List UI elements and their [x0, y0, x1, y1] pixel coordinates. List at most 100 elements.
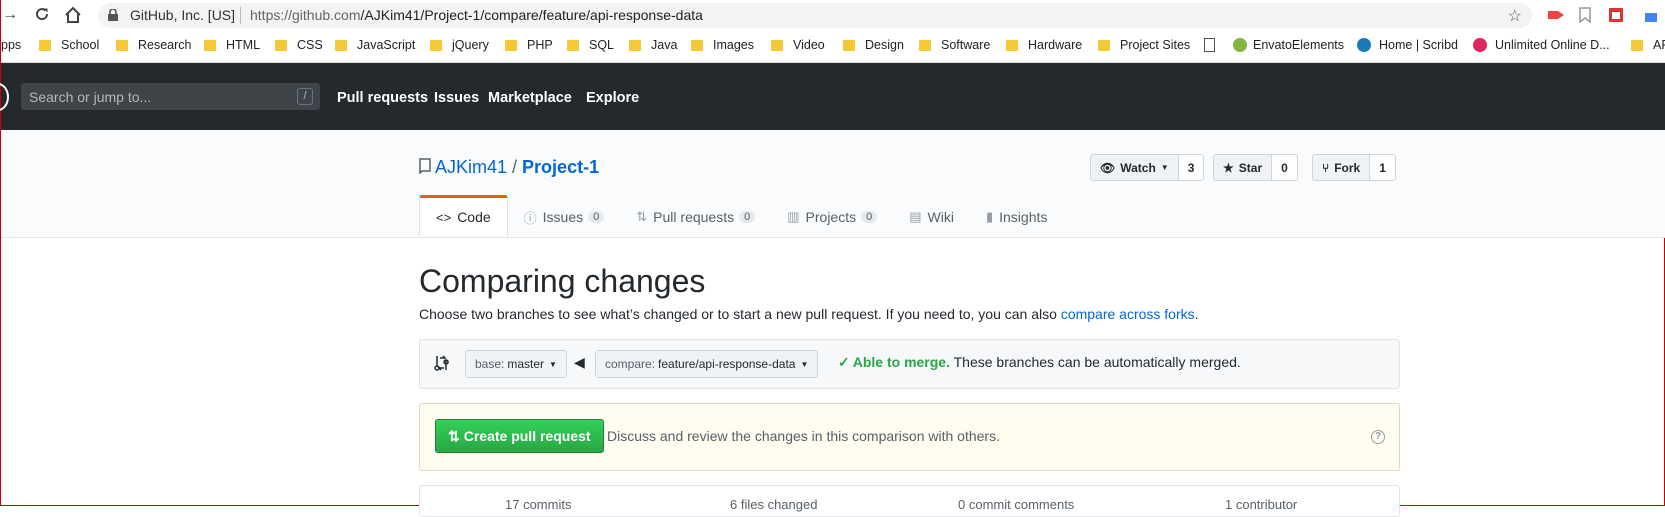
star-count[interactable]: 0 — [1272, 154, 1298, 181]
watch-count[interactable]: 3 — [1178, 154, 1205, 181]
bookmark-extension-icon[interactable] — [1578, 7, 1594, 24]
compare-across-forks-link[interactable]: compare across forks — [1061, 306, 1195, 322]
repo-owner-link[interactable]: AJKim41 — [435, 157, 507, 177]
calendar-extension-icon[interactable] — [1608, 7, 1624, 23]
bookmark-sql[interactable]: SQL — [567, 38, 614, 52]
search-placeholder: Search or jump to... — [29, 89, 152, 105]
bookmark-label: Video — [793, 38, 825, 52]
bookmark-ap[interactable]: AP — [1631, 38, 1665, 52]
bookmark-design[interactable]: Design — [843, 38, 904, 52]
bookmark-scribd[interactable]: Home | Scribd — [1357, 38, 1458, 52]
browser-toolbar: → GitHub, Inc. [US] https://github.com/A… — [1, 0, 1665, 30]
nav-explore[interactable]: Explore — [586, 90, 639, 106]
book-icon: ▤ — [909, 209, 922, 224]
caret-down-icon: ▼ — [549, 359, 557, 369]
git-pull-request-icon: ⇅ — [636, 209, 648, 224]
extension-icon[interactable] — [1547, 7, 1564, 23]
github-header: Search or jump to... / Pull requests Iss… — [0, 63, 1665, 130]
star-label: Star — [1238, 160, 1263, 175]
fork-icon: ⑂ — [1322, 160, 1330, 175]
tab-label: Wiki — [927, 209, 954, 225]
files-changed-count[interactable]: 6 files changed — [730, 497, 817, 512]
tab-pull-requests[interactable]: ⇅ Pull requests 0 — [620, 198, 771, 236]
scribd-icon — [1357, 38, 1371, 52]
bookmark-jquery[interactable]: jQuery — [430, 38, 489, 52]
bookmark-label: jQuery — [452, 38, 489, 52]
bookmark-video[interactable]: Video — [771, 38, 825, 52]
folder-icon — [335, 39, 347, 51]
merge-status: ✓ Able to merge. These branches can be au… — [838, 354, 1241, 371]
bookmark-javascript[interactable]: JavaScript — [335, 38, 415, 52]
arrow-left-icon: ◀ — [574, 354, 585, 370]
git-pull-request-icon: ⇅ — [448, 427, 460, 444]
bookmark-star-icon[interactable]: ☆ — [1508, 6, 1522, 26]
fork-label: Fork — [1334, 160, 1361, 175]
bookmark-label: Images — [713, 38, 754, 52]
bookmark-apps[interactable]: pps — [1, 38, 21, 52]
extension-icon-2[interactable] — [1643, 7, 1659, 23]
compare-value: feature/api-response-data — [658, 357, 796, 371]
watch-button[interactable]: 👁 Watch ▼ — [1090, 154, 1179, 181]
bookmark-label: pps — [1, 38, 22, 52]
nav-issues[interactable]: Issues — [434, 90, 479, 106]
home-icon[interactable] — [64, 6, 82, 24]
bookmark-project-sites[interactable]: Project Sites — [1098, 38, 1190, 52]
bookmark-label: Research — [138, 38, 192, 52]
bookmark-php[interactable]: PHP — [505, 38, 553, 52]
star-button[interactable]: ★ Star — [1213, 154, 1273, 181]
divider — [240, 7, 241, 24]
bookmark-css[interactable]: CSS — [275, 38, 323, 52]
bookmark-school[interactable]: School — [39, 38, 99, 52]
subtitle-text: Choose two branches to see what’s change… — [419, 306, 1061, 322]
page-title: Comparing changes — [419, 263, 706, 299]
bookmark-hardware[interactable]: Hardware — [1006, 38, 1082, 52]
base-value: master — [507, 357, 545, 371]
bookmark-html[interactable]: HTML — [204, 38, 260, 52]
nav-marketplace[interactable]: Marketplace — [488, 90, 572, 106]
folder-icon — [567, 39, 579, 51]
bookmark-label: CSS — [297, 38, 323, 52]
commits-count[interactable]: 17 commits — [505, 497, 571, 512]
create-pr-description: Discuss and review the changes in this c… — [607, 428, 1000, 444]
bookmark-software[interactable]: Software — [919, 38, 990, 52]
folder-icon — [771, 39, 783, 51]
tab-wiki[interactable]: ▤ Wiki — [893, 198, 970, 236]
compare-branch-select[interactable]: compare: feature/api-response-data ▼ — [595, 350, 819, 378]
search-input[interactable]: Search or jump to... / — [21, 83, 320, 110]
fork-group: ⑂ Fork 1 — [1312, 154, 1396, 181]
contributors-count[interactable]: 1 contributor — [1225, 497, 1297, 512]
bookmark-images[interactable]: Images — [691, 38, 754, 52]
tab-projects[interactable]: ▥ Projects 0 — [771, 198, 893, 236]
repo-icon — [419, 158, 431, 174]
numbers-summary: 17 commits 6 files changed 0 commit comm… — [419, 485, 1400, 517]
commit-comments-count[interactable]: 0 commit comments — [958, 497, 1074, 512]
bookmark-envatoelements[interactable]: EnvatoElements — [1204, 38, 1344, 52]
nav-pull-requests[interactable]: Pull requests — [337, 90, 428, 106]
folder-icon — [691, 39, 703, 51]
bookmark-label: Unlimited Online D... — [1495, 38, 1610, 52]
bookmark-research[interactable]: Research — [116, 38, 192, 52]
fork-count[interactable]: 1 — [1370, 154, 1396, 181]
repo-title: AJKim41/Project-1 — [435, 157, 599, 178]
tab-insights[interactable]: ▮ Insights — [970, 198, 1063, 236]
base-branch-select[interactable]: base: master ▼ — [465, 350, 567, 378]
star-icon: ★ — [1223, 160, 1234, 175]
bookmark-java[interactable]: Java — [629, 38, 677, 52]
caret-down-icon: ▼ — [800, 359, 809, 369]
create-pull-request-button[interactable]: ⇅ Create pull request — [435, 419, 604, 453]
repo-name-link[interactable]: Project-1 — [522, 157, 599, 177]
fork-button[interactable]: ⑂ Fork — [1312, 154, 1371, 181]
forward-arrow-icon[interactable]: → — [1, 6, 19, 24]
folder-icon — [204, 39, 216, 51]
range-editor: base: master ▼ ◀ compare: feature/api-respo… — [419, 339, 1400, 389]
bookmark-unlimited-online[interactable]: Unlimited Online D... — [1473, 38, 1610, 52]
bookmark-label: AP — [1653, 38, 1665, 52]
tab-issues[interactable]: ⓘ Issues 0 — [508, 198, 621, 236]
question-icon[interactable]: ? — [1371, 430, 1385, 444]
reload-icon[interactable] — [33, 6, 51, 24]
eye-icon: 👁 — [1100, 160, 1116, 175]
folder-icon — [116, 39, 128, 51]
github-logo-icon[interactable] — [0, 83, 9, 111]
tab-code[interactable]: <> Code — [419, 195, 508, 236]
address-bar[interactable]: GitHub, Inc. [US] https://github.com/AJK… — [98, 3, 1532, 28]
